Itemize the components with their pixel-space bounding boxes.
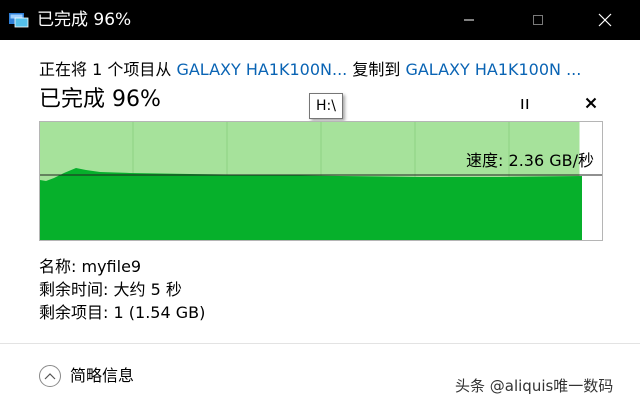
- copy-prefix: 正在将 1 个项目从: [39, 60, 177, 79]
- cancel-icon: [585, 97, 597, 109]
- title-bar[interactable]: 已完成 96%: [0, 0, 640, 40]
- detail-name: 名称: myfile9: [39, 256, 141, 278]
- copy-description: 正在将 1 个项目从 GALAXY HA1K100N... 复制到 GALAXY…: [39, 58, 629, 82]
- copy-middle: 复制到: [347, 60, 406, 79]
- chevron-up-icon: [44, 373, 56, 380]
- minimize-icon: [464, 19, 474, 21]
- speed-label: 速度: 2.36 GB/秒: [466, 151, 594, 170]
- speed-graph-canvas: [40, 122, 602, 240]
- copy-progress-window: 已完成 96% 正在将 1 个项目从 GALAXY HA1K100N... 复制…: [0, 0, 640, 406]
- detail-time-remaining: 剩余时间: 大约 5 秒: [39, 279, 182, 301]
- detail-items-remaining: 剩余项目: 1 (1.54 GB): [39, 302, 205, 324]
- speed-area: [40, 168, 582, 240]
- path-tooltip: H:\: [309, 93, 343, 119]
- name-label: 名称:: [39, 257, 77, 276]
- items-label: 剩余项目:: [39, 303, 109, 322]
- minimize-button[interactable]: [446, 0, 492, 40]
- pause-icon: [521, 99, 529, 109]
- transfer-speed-graph: 速度: 2.36 GB/秒: [39, 121, 603, 241]
- window-title: 已完成 96%: [37, 10, 132, 30]
- progress-title: 已完成 96%: [39, 87, 161, 112]
- maximize-icon: [533, 15, 543, 25]
- watermark: 头条 @aliquis唯一数码: [455, 377, 614, 395]
- source-link[interactable]: GALAXY HA1K100N...: [176, 60, 347, 79]
- cancel-button[interactable]: [581, 93, 601, 113]
- items-value: 1 (1.54 GB): [113, 303, 206, 322]
- time-label: 剩余时间:: [39, 280, 109, 299]
- close-icon: [598, 13, 612, 27]
- less-details-label[interactable]: 简略信息: [70, 365, 134, 387]
- footer: 简略信息 头条 @aliquis唯一数码: [0, 343, 640, 406]
- maximize-button[interactable]: [515, 0, 561, 40]
- close-window-button[interactable]: [582, 0, 628, 40]
- pause-button[interactable]: [515, 94, 535, 114]
- time-value: 大约 5 秒: [113, 280, 182, 299]
- destination-link[interactable]: GALAXY HA1K100N ...: [405, 60, 581, 79]
- name-value: myfile9: [81, 257, 142, 276]
- less-details-toggle[interactable]: [39, 365, 61, 387]
- file-copy-icon: [9, 12, 29, 28]
